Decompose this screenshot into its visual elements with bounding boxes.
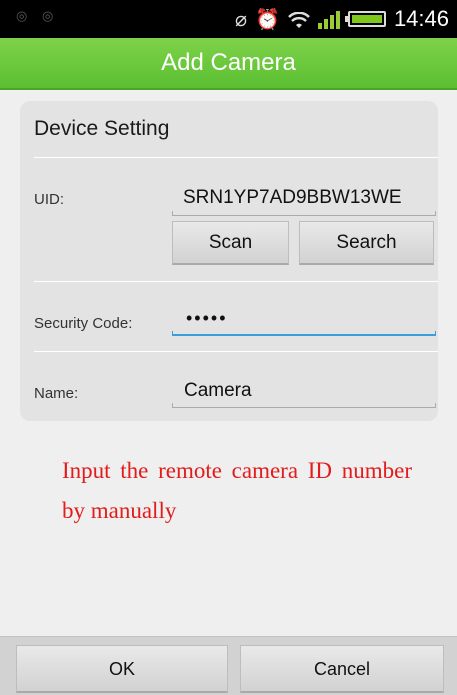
- divider: [34, 351, 438, 352]
- notification-area: ◎ ◎: [16, 9, 56, 25]
- status-bar: ◎ ◎ ⌀ ⏰ 14:46: [0, 0, 457, 38]
- name-input[interactable]: Camera: [184, 380, 434, 402]
- battery-icon: [344, 11, 386, 27]
- uid-input[interactable]: SRN1YP7AD9BBW13WE: [183, 187, 438, 209]
- ok-button[interactable]: OK: [16, 645, 228, 693]
- device-setting-card: Device Setting UID: SRN1YP7AD9BBW13WE Sc…: [20, 101, 438, 421]
- page-title: Add Camera: [161, 49, 296, 76]
- vibrate-icon: ⌀: [234, 7, 248, 31]
- cancel-button[interactable]: Cancel: [240, 645, 444, 693]
- security-code-label: Security Code:: [34, 315, 133, 332]
- signal-icon: [317, 9, 340, 29]
- status-time: 14:46: [393, 6, 449, 31]
- name-input-underline: [172, 403, 436, 408]
- notification-icon: ◎: [42, 9, 54, 24]
- search-button[interactable]: Search: [299, 221, 434, 265]
- security-code-underline: [172, 331, 436, 336]
- notification-icon: ◎: [16, 9, 28, 24]
- instruction-annotation: Input the remote camera ID number by man…: [62, 458, 412, 523]
- alarm-icon: ⏰: [255, 7, 280, 31]
- title-bar: Add Camera: [0, 38, 457, 90]
- uid-input-underline: [172, 211, 436, 216]
- status-icons: ⌀ ⏰ 14:46: [235, 6, 449, 32]
- scan-button[interactable]: Scan: [172, 221, 289, 265]
- divider: [34, 281, 438, 282]
- divider: [34, 157, 438, 158]
- card-title: Device Setting: [34, 117, 170, 140]
- security-code-input[interactable]: •••••: [186, 308, 436, 329]
- bottom-button-bar: OK Cancel: [0, 636, 457, 695]
- wifi-icon: [288, 6, 310, 32]
- name-label: Name:: [34, 385, 79, 402]
- uid-label: UID:: [34, 191, 64, 208]
